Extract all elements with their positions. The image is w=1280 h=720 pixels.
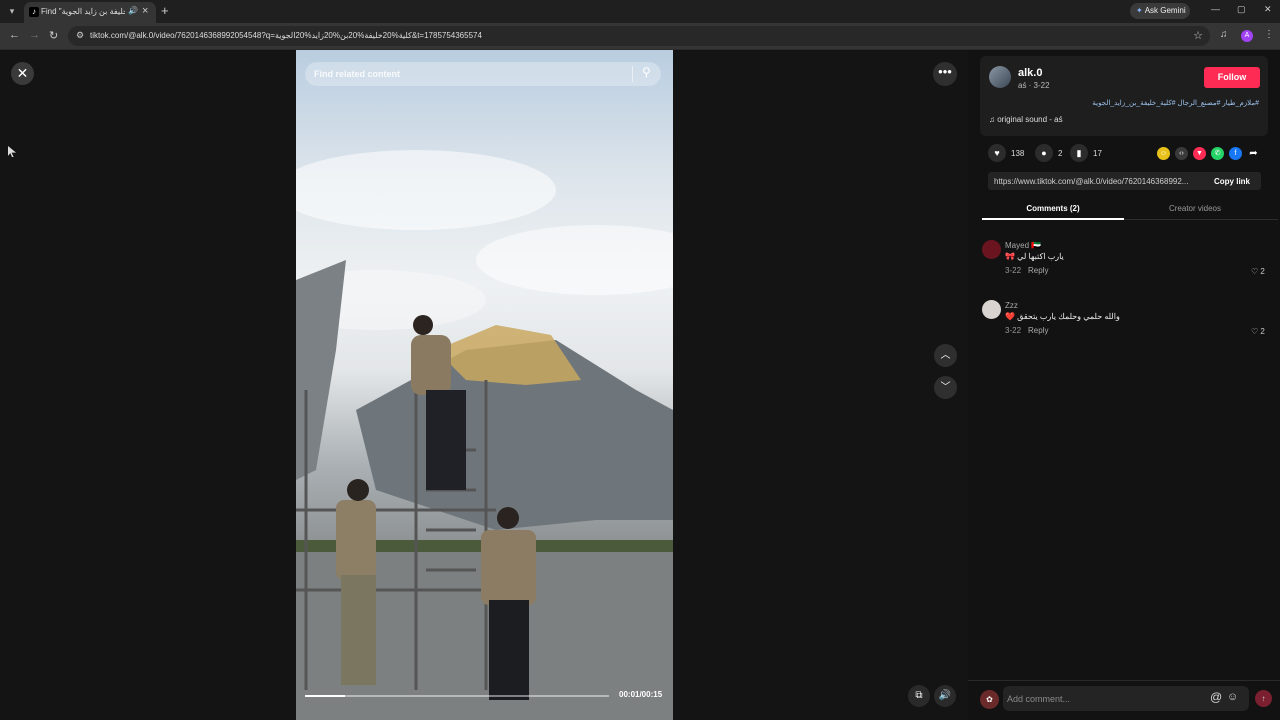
comment-like-button[interactable]: ♡ 2	[1251, 267, 1265, 276]
window-close-icon[interactable]: ✕	[1264, 4, 1272, 15]
tab-close-icon[interactable]: ×	[142, 5, 148, 17]
new-tab-icon[interactable]: +	[161, 3, 169, 18]
comment-like-count: 2	[1260, 327, 1265, 336]
avatar[interactable]	[989, 66, 1011, 88]
reply-button[interactable]: Reply	[1028, 326, 1048, 335]
reply-button[interactable]: Reply	[1028, 266, 1048, 275]
author-card: alk.0 aś · 3-22 Follow #ملازم_طيار #مصنع…	[980, 56, 1268, 136]
avatar[interactable]	[982, 300, 1001, 319]
chevron-up-icon[interactable]: ︿	[934, 344, 957, 367]
embed-code-icon[interactable]: ‹›	[1175, 147, 1188, 160]
profile-avatar[interactable]: A	[1241, 30, 1253, 42]
comment-date: 3-22	[1005, 266, 1022, 275]
comment-text: والله حلمي وحلمك يارب يتحقق ❤️	[1005, 312, 1120, 321]
tab-audio-icon[interactable]: 🔊	[128, 6, 138, 15]
like-count: 138	[1011, 149, 1025, 158]
video-search-placeholder: Find related content	[314, 69, 401, 79]
browser-tab-strip: ▾ ♪ Find "ملازم طيار" كلية خليفة بن زايد…	[0, 0, 1280, 23]
comment-count: 2	[1058, 149, 1063, 158]
address-bar[interactable]: ⚙ tiktok.com/@alk.0/video/76201463689920…	[68, 26, 1210, 46]
heart-outline-icon: ♡	[1251, 327, 1261, 336]
media-controls-icon[interactable]: ♫	[1220, 29, 1228, 40]
chrome-menu-icon[interactable]: ⋮	[1264, 29, 1274, 40]
more-options-icon[interactable]: •••	[933, 62, 957, 86]
video-stage: ✕ Find related content ⚲ 00:01/00:15 •••…	[0, 50, 968, 720]
comment-date: 3-22	[1005, 326, 1022, 335]
browser-tab[interactable]: ♪ Find "ملازم طيار" كلية خليفة بن زايد ا…	[24, 2, 156, 23]
hashtags[interactable]: #ملازم_طيار #مصنع_الرجال #كلية_خليفة_بن_…	[989, 99, 1259, 107]
sound-label: original sound - aś	[997, 115, 1063, 124]
comment-username[interactable]: Mayed 🇦🇪	[1005, 241, 1041, 250]
comment-text: يارب اكتبها لي 🎀	[1005, 252, 1064, 261]
bookmark-icon: ▮	[1070, 144, 1088, 162]
ask-gemini-button[interactable]: ✦ Ask Gemini	[1130, 3, 1190, 19]
search-icon[interactable]: ⚲	[642, 65, 651, 79]
reload-icon[interactable]: ↻	[49, 29, 58, 42]
avatar[interactable]	[982, 240, 1001, 259]
author-name[interactable]: alk.0	[1018, 67, 1042, 79]
chevron-down-icon[interactable]: ﹀	[934, 376, 957, 399]
post-comment-button[interactable]: ↑	[1255, 690, 1272, 707]
ask-gemini-label: Ask Gemini	[1144, 6, 1186, 15]
action-bar: ♥ 138 ● 2 ▮ 17 ☺ ‹› ▼ ✆ f ➦	[984, 144, 1270, 164]
copy-link-button[interactable]: Copy link	[1214, 177, 1250, 186]
sound-row[interactable]: ♫ original sound - aś	[989, 115, 1063, 124]
video-time: 00:01/00:15	[619, 690, 663, 699]
browser-toolbar: ← → ↻ ⚙ tiktok.com/@alk.0/video/76201463…	[0, 23, 1280, 50]
share-link[interactable]: https://www.tiktok.com/@alk.0/video/7620…	[994, 177, 1200, 186]
detail-panel: alk.0 aś · 3-22 Follow #ملازم_طيار #مصنع…	[968, 50, 1280, 720]
minimize-icon[interactable]: —	[1211, 4, 1220, 14]
video-search-bar[interactable]: Find related content ⚲	[305, 62, 661, 86]
forward-arrow-icon[interactable]: →	[29, 29, 40, 41]
panel-tabs: Comments (2) Creator videos	[982, 200, 1278, 220]
share-arrow-icon[interactable]: ➦	[1247, 147, 1260, 160]
active-tab-indicator	[982, 218, 1124, 220]
url-text[interactable]: tiktok.com/@alk.0/video/7620146368992054…	[90, 31, 482, 40]
tab-creator-videos[interactable]: Creator videos	[1124, 204, 1266, 213]
video-progress-fill	[305, 695, 345, 697]
video-player[interactable]: Find related content ⚲ 00:01/00:15	[296, 50, 673, 720]
close-icon[interactable]: ✕	[11, 62, 34, 85]
heart-icon: ♥	[988, 144, 1006, 162]
comment-like-button[interactable]: ♡ 2	[1251, 327, 1265, 336]
comment-placeholder: Add comment...	[1007, 694, 1071, 704]
back-arrow-icon[interactable]: ←	[9, 29, 20, 41]
comment-composer: ✿ Add comment... @ ☺ ↑	[968, 680, 1280, 720]
comment-item: Mayed 🇦🇪 يارب اكتبها لي 🎀 3-22 Reply ♡ 2	[982, 240, 1272, 286]
smiley-share-icon[interactable]: ☺	[1157, 147, 1170, 160]
author-meta: aś · 3-22	[1018, 81, 1050, 90]
comment-like-count: 2	[1260, 267, 1265, 276]
emoji-icon[interactable]: ☺	[1227, 691, 1238, 703]
avatar: ✿	[980, 690, 999, 709]
comment-username[interactable]: Zzz	[1005, 301, 1018, 310]
heart-outline-icon: ♡	[1251, 267, 1261, 276]
follow-button[interactable]: Follow	[1204, 67, 1260, 88]
comment-input[interactable]: Add comment... @ ☺	[1003, 686, 1249, 711]
comment-icon: ●	[1035, 144, 1053, 162]
music-note-icon: ♫	[989, 115, 998, 124]
mention-icon[interactable]: @	[1210, 690, 1222, 704]
tab-list-chevron-icon[interactable]: ▾	[5, 4, 19, 18]
tiktok-page: ✕ Find related content ⚲ 00:01/00:15 •••…	[0, 50, 1280, 720]
whatsapp-icon[interactable]: ✆	[1211, 147, 1224, 160]
share-link-box: https://www.tiktok.com/@alk.0/video/7620…	[988, 172, 1261, 190]
tab-comments[interactable]: Comments (2)	[982, 204, 1124, 213]
video-progress-bar[interactable]	[305, 695, 609, 697]
maximize-icon[interactable]: ▢	[1237, 4, 1246, 15]
site-info-icon[interactable]: ⚙	[76, 30, 84, 41]
gemini-sparkle-icon: ✦	[1136, 6, 1143, 15]
tiktok-favicon-icon: ♪	[29, 7, 39, 17]
bookmark-star-icon[interactable]: ☆	[1193, 29, 1203, 42]
volume-icon[interactable]: 🔊	[934, 685, 956, 707]
comment-item: Zzz والله حلمي وحلمك يارب يتحقق ❤️ 3-22 …	[982, 300, 1272, 346]
video-frame	[296, 150, 673, 720]
facebook-icon[interactable]: f	[1229, 147, 1242, 160]
tab-title: Find "ملازم طيار" كلية خليفة بن زايد الج…	[41, 7, 125, 16]
save-count: 17	[1093, 149, 1102, 158]
mouse-cursor	[8, 146, 16, 157]
search-divider	[632, 66, 633, 82]
send-friend-icon[interactable]: ▼	[1193, 147, 1206, 160]
picture-in-picture-icon[interactable]: ⧉	[908, 685, 930, 707]
